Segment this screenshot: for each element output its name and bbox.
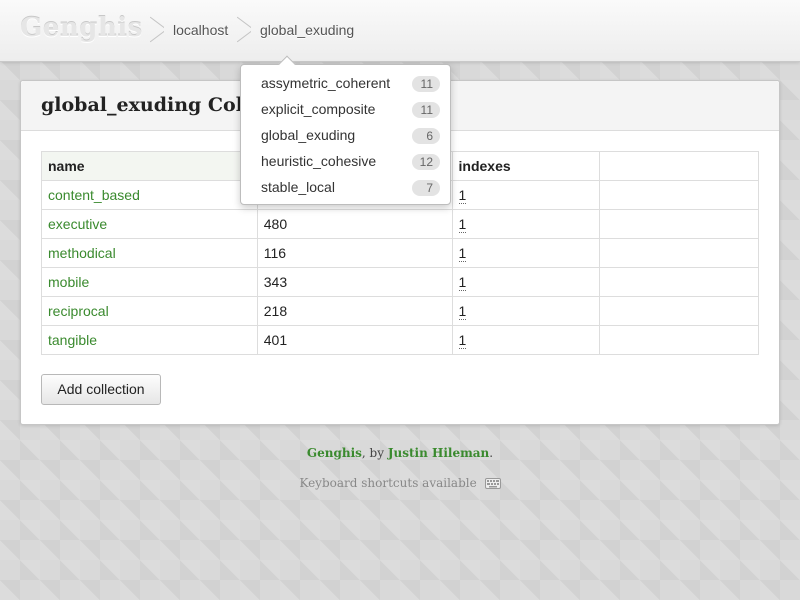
index-count[interactable]: 1 xyxy=(458,274,467,291)
actions-cell xyxy=(599,209,759,239)
index-count[interactable]: 1 xyxy=(458,332,467,349)
collection-name-cell: reciprocal xyxy=(41,296,258,326)
top-bar: Genghis localhost global_exuding xyxy=(0,0,800,62)
actions-cell xyxy=(599,296,759,326)
index-count[interactable]: 1 xyxy=(458,216,467,233)
collection-link[interactable]: mobile xyxy=(48,274,89,290)
breadcrumb-database[interactable]: global_exuding xyxy=(260,22,354,38)
database-menu-item[interactable]: assymetric_coherent 11 xyxy=(261,73,440,93)
table-row: mobile 343 1 xyxy=(41,267,759,297)
column-header-indexes[interactable]: indexes xyxy=(451,151,601,181)
database-dropdown: assymetric_coherent 11 explicit_composit… xyxy=(240,55,451,205)
collection-count-badge: 11 xyxy=(412,102,440,118)
collection-link[interactable]: reciprocal xyxy=(48,303,109,319)
table-row: executive 480 1 xyxy=(41,209,759,239)
actions-cell xyxy=(599,325,759,355)
database-name: stable_local xyxy=(261,179,335,195)
brand-logo[interactable]: Genghis xyxy=(20,13,143,43)
database-name: global_exuding xyxy=(261,127,356,143)
footer-by-text: , by xyxy=(361,446,388,460)
collection-link[interactable]: methodical xyxy=(48,245,116,261)
collection-link[interactable]: executive xyxy=(48,216,107,232)
collection-name-cell: tangible xyxy=(41,325,258,355)
index-count-cell: 1 xyxy=(451,267,601,297)
collection-name-cell: executive xyxy=(41,209,258,239)
shortcuts-text: Keyboard shortcuts available xyxy=(299,476,477,490)
database-menu-item[interactable]: stable_local 7 xyxy=(261,177,440,197)
author-link[interactable]: Justin Hileman xyxy=(388,446,489,460)
column-header-actions xyxy=(599,151,759,181)
document-count-cell: 343 xyxy=(256,267,453,297)
document-count-cell: 116 xyxy=(256,238,453,268)
collection-count-badge: 6 xyxy=(412,128,440,144)
database-name: heuristic_cohesive xyxy=(261,153,377,169)
table-row: methodical 116 1 xyxy=(41,238,759,268)
table-row: reciprocal 218 1 xyxy=(41,296,759,326)
footer-end-text: . xyxy=(489,446,494,460)
collection-link[interactable]: tangible xyxy=(48,332,97,348)
keyboard-shortcuts-hint[interactable]: Keyboard shortcuts available xyxy=(0,476,800,492)
document-count-cell: 480 xyxy=(256,209,453,239)
database-menu-item[interactable]: heuristic_cohesive 12 xyxy=(261,151,440,171)
actions-cell xyxy=(599,180,759,210)
collection-name-cell: methodical xyxy=(41,238,258,268)
index-count[interactable]: 1 xyxy=(458,187,467,204)
database-name: explicit_composite xyxy=(261,101,376,117)
add-collection-button[interactable]: Add collection xyxy=(41,374,161,405)
index-count[interactable]: 1 xyxy=(458,303,467,320)
breadcrumb-server[interactable]: localhost xyxy=(173,22,228,38)
breadcrumb-separator xyxy=(237,16,251,44)
table-row: tangible 401 1 xyxy=(41,325,759,355)
index-count-cell: 1 xyxy=(451,325,601,355)
genghis-link[interactable]: Genghis xyxy=(307,446,362,460)
column-header-name[interactable]: name xyxy=(41,151,258,181)
document-count-cell: 218 xyxy=(256,296,453,326)
breadcrumb-separator xyxy=(150,16,164,44)
footer-credits: Genghis, by Justin Hileman. xyxy=(0,446,800,460)
document-count-cell: 401 xyxy=(256,325,453,355)
database-menu-item[interactable]: explicit_composite 11 xyxy=(261,99,440,119)
actions-cell xyxy=(599,238,759,268)
index-count[interactable]: 1 xyxy=(458,245,467,262)
database-menu-item[interactable]: global_exuding 6 xyxy=(261,125,440,145)
index-count-cell: 1 xyxy=(451,209,601,239)
index-count-cell: 1 xyxy=(451,296,601,326)
collection-count-badge: 11 xyxy=(412,76,440,92)
collection-name-cell: content_based xyxy=(41,180,258,210)
actions-cell xyxy=(599,267,759,297)
index-count-cell: 1 xyxy=(451,180,601,210)
collection-count-badge: 12 xyxy=(412,154,440,170)
keyboard-icon xyxy=(484,478,501,492)
collection-count-badge: 7 xyxy=(412,180,440,196)
collection-link[interactable]: content_based xyxy=(48,187,140,203)
database-name: assymetric_coherent xyxy=(261,75,391,91)
collection-name-cell: mobile xyxy=(41,267,258,297)
index-count-cell: 1 xyxy=(451,238,601,268)
